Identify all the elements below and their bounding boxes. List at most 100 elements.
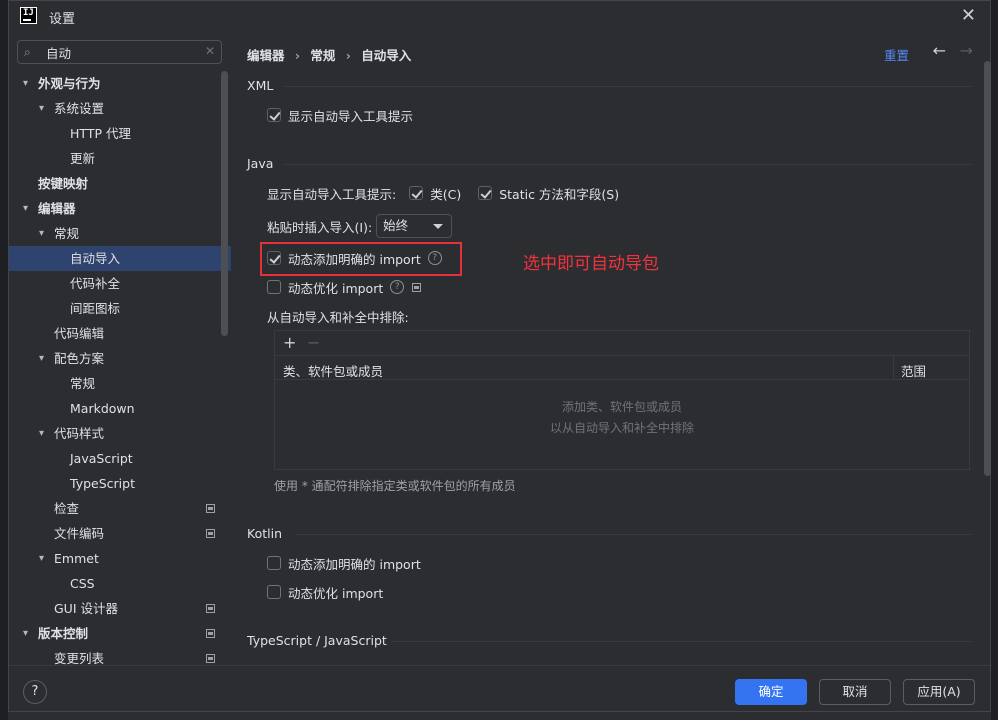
tree-item[interactable]: 常规 bbox=[9, 371, 231, 396]
tree-item[interactable]: 更新 bbox=[9, 146, 231, 171]
tree-item[interactable]: 按键映射 bbox=[9, 171, 231, 196]
section-typescript-title: TypeScript / JavaScript bbox=[247, 633, 387, 648]
chevron-down-icon[interactable]: ▾ bbox=[23, 621, 28, 646]
close-icon[interactable]: ✕ bbox=[961, 5, 976, 26]
project-scope-icon bbox=[206, 604, 215, 613]
help-button[interactable]: ? bbox=[23, 680, 47, 704]
chevron-down-icon[interactable]: ▾ bbox=[39, 546, 44, 571]
tree-item[interactable]: Markdown bbox=[9, 396, 231, 421]
search-icon: ⌕ bbox=[24, 45, 31, 59]
tree-item[interactable]: 自动导入 bbox=[9, 246, 231, 271]
chevron-down-icon[interactable]: ▾ bbox=[39, 421, 44, 446]
java-paste-row: 粘贴时插入导入(I): 始终 bbox=[267, 214, 453, 238]
section-divider bbox=[285, 86, 971, 87]
java-popup-row: 显示自动导入工具提示: 类(C) Static 方法和字段(S) bbox=[267, 183, 619, 203]
section-java-title: Java bbox=[247, 156, 274, 171]
tree-item[interactable]: GUI 设计器 bbox=[9, 596, 231, 621]
tree-item-label: 更新 bbox=[70, 151, 96, 166]
help-icon[interactable]: ? bbox=[390, 280, 405, 294]
intellij-logo-icon: IJ bbox=[20, 7, 37, 24]
paste-import-dropdown[interactable]: 始终 bbox=[376, 214, 453, 238]
tree-item-label: 外观与行为 bbox=[38, 76, 101, 91]
tree-item[interactable]: CSS bbox=[9, 571, 231, 596]
tree-item[interactable]: 文件编码 bbox=[9, 521, 231, 546]
search-field[interactable]: ⌕ ✕ bbox=[17, 40, 222, 64]
sidebar-scrollbar[interactable] bbox=[221, 71, 228, 336]
java-optimize-label: 动态优化 import bbox=[288, 280, 384, 296]
kotlin-optimize-option[interactable]: 动态优化 import bbox=[267, 582, 383, 602]
chevron-down-icon[interactable]: ▾ bbox=[39, 346, 44, 371]
java-optimize-checkbox[interactable] bbox=[267, 280, 281, 294]
chevron-down-icon[interactable]: ▾ bbox=[39, 96, 44, 121]
tree-item[interactable]: JavaScript bbox=[9, 446, 231, 471]
tree-item[interactable]: ▾ 版本控制 bbox=[9, 621, 231, 646]
tree-item[interactable]: ▾ 编辑器 bbox=[9, 196, 231, 221]
tree-item-label: TypeScript bbox=[70, 476, 135, 491]
java-classes-checkbox[interactable] bbox=[409, 186, 424, 200]
arrow-left-icon[interactable]: ← bbox=[933, 41, 946, 60]
kotlin-add-unambiguous-checkbox[interactable] bbox=[267, 556, 281, 570]
content-scrollbar[interactable] bbox=[984, 61, 991, 476]
remove-icon[interactable]: − bbox=[307, 333, 320, 352]
add-icon[interactable]: + bbox=[283, 333, 296, 352]
tree-item-label: 间距图标 bbox=[70, 301, 121, 316]
tree-item-label: CSS bbox=[70, 576, 95, 591]
xml-show-popup-checkbox[interactable] bbox=[267, 108, 281, 122]
breadcrumb-separator: › bbox=[345, 48, 351, 63]
tree-item[interactable]: ▾ 常规 bbox=[9, 221, 231, 246]
chevron-down-icon bbox=[433, 224, 444, 229]
tree-item-label: Markdown bbox=[70, 401, 135, 416]
section-kotlin-title: Kotlin bbox=[247, 526, 282, 541]
tree-item[interactable]: 代码补全 bbox=[9, 271, 231, 296]
tree-item-label: 常规 bbox=[54, 226, 80, 241]
kotlin-optimize-checkbox[interactable] bbox=[267, 585, 281, 599]
settings-dialog: IJ 设置 ✕ ⌕ ✕ ▾ 外观与行为 ▾ 系统设置 HTTP 代理更新按键映射 ▾ 编辑器… bbox=[8, 0, 991, 712]
tree-item[interactable]: ▾ 系统设置 bbox=[9, 96, 231, 121]
tree-item[interactable]: 检查 bbox=[9, 496, 231, 521]
xml-show-popup-label: 显示自动导入工具提示 bbox=[288, 108, 414, 124]
search-input[interactable] bbox=[46, 44, 196, 60]
column-divider bbox=[893, 356, 894, 380]
tree-item-label: 版本控制 bbox=[38, 626, 89, 641]
kotlin-add-unambiguous-label: 动态添加明确的 import bbox=[288, 556, 421, 572]
chevron-down-icon[interactable]: ▾ bbox=[39, 221, 44, 246]
tree-item[interactable]: ▾ 代码样式 bbox=[9, 421, 231, 446]
wildcard-hint: 使用 * 通配符排除指定类或软件包的所有成员 bbox=[274, 479, 516, 493]
highlight-rectangle bbox=[260, 242, 462, 276]
chevron-down-icon[interactable]: ▾ bbox=[23, 196, 28, 221]
background-ide-right bbox=[991, 0, 998, 720]
tree-item[interactable]: HTTP 代理 bbox=[9, 121, 231, 146]
section-divider bbox=[295, 534, 971, 535]
clear-search-icon[interactable]: ✕ bbox=[205, 44, 215, 58]
section-divider bbox=[285, 164, 971, 165]
tree-item[interactable]: ▾ 外观与行为 bbox=[9, 71, 231, 96]
java-optimize-option[interactable]: 动态优化 import ? bbox=[267, 277, 422, 297]
tree-item[interactable]: ▾ 配色方案 bbox=[9, 346, 231, 371]
breadcrumb: 编辑器 › 常规 › 自动导入 bbox=[247, 45, 417, 64]
empty-state-line-1: 添加类、软件包或成员 bbox=[561, 400, 682, 414]
kotlin-add-unambiguous-option[interactable]: 动态添加明确的 import bbox=[267, 553, 421, 573]
java-static-checkbox[interactable] bbox=[478, 186, 493, 200]
section-xml-title: XML bbox=[247, 78, 274, 93]
reset-link[interactable]: 重置 bbox=[884, 45, 909, 64]
exclude-title-row: 从自动导入和补全中排除: bbox=[267, 306, 409, 326]
tree-item-label: 代码样式 bbox=[54, 426, 105, 441]
arrow-right-icon[interactable]: → bbox=[960, 41, 973, 60]
chevron-down-icon[interactable]: ▾ bbox=[23, 71, 28, 96]
ok-button[interactable]: 确定 bbox=[735, 679, 807, 705]
column-scope-header[interactable]: 范围 bbox=[901, 361, 926, 380]
exclude-title: 从自动导入和补全中排除: bbox=[267, 309, 409, 325]
tree-item-label: 检查 bbox=[54, 501, 80, 516]
tree-item[interactable]: 代码编辑 bbox=[9, 321, 231, 346]
xml-show-popup-option[interactable]: 显示自动导入工具提示 bbox=[267, 105, 413, 125]
dialog-footer: ? 确定 取消 应用(A) bbox=[9, 665, 990, 713]
tree-item[interactable]: 间距图标 bbox=[9, 296, 231, 321]
tree-item-label: 配色方案 bbox=[54, 351, 105, 366]
tree-item[interactable]: ▾ Emmet bbox=[9, 546, 231, 571]
column-class-header[interactable]: 类、软件包或成员 bbox=[283, 361, 383, 380]
project-scope-icon bbox=[206, 654, 215, 663]
apply-button[interactable]: 应用(A) bbox=[903, 679, 975, 705]
tree-item[interactable]: TypeScript bbox=[9, 471, 231, 496]
cancel-button[interactable]: 取消 bbox=[819, 679, 891, 705]
annotation-text: 选中即可自动导包 bbox=[523, 254, 659, 274]
